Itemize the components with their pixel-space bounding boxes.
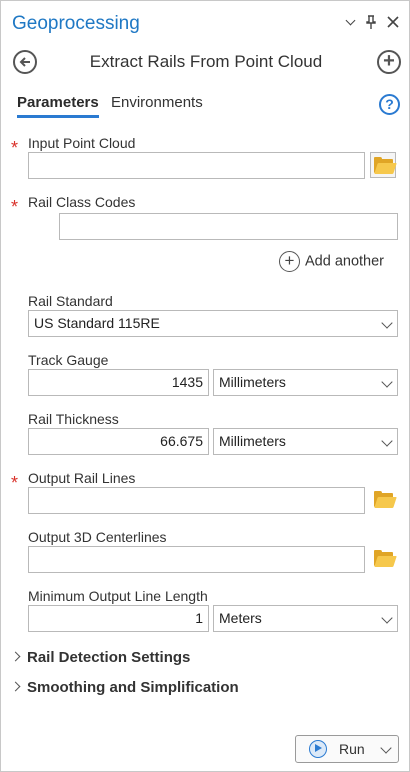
chevron-right-icon [10, 651, 21, 662]
output-rail-lines-field[interactable] [28, 487, 365, 514]
tool-name: Extract Rails From Point Cloud [89, 52, 323, 71]
chevron-down-icon [381, 317, 393, 329]
plus-icon[interactable]: + [377, 50, 401, 74]
input-point-cloud-label: Input Point Cloud [28, 135, 136, 151]
rail-class-codes-field[interactable] [59, 213, 398, 240]
browse-input-point-cloud-button[interactable] [370, 152, 397, 178]
track-gauge-input[interactable]: 1435 [28, 369, 209, 396]
plus-icon: + [279, 251, 300, 272]
required-marker: * [11, 473, 19, 493]
run-label: Run [339, 741, 365, 757]
output-3d-centerlines-label: Output 3D Centerlines [28, 529, 167, 545]
geoprocessing-pane: Geoprocessing Extract Rails From Point C… [0, 0, 410, 772]
input-point-cloud-field[interactable] [28, 152, 365, 179]
min-output-line-length-label: Minimum Output Line Length [28, 588, 208, 604]
folder-icon [373, 157, 397, 175]
add-another-button[interactable]: + Add another [279, 251, 384, 272]
rail-standard-value: US Standard 115RE [34, 315, 160, 331]
rail-thickness-unit-select[interactable]: Millimeters [213, 428, 398, 455]
min-output-line-length-unit: Meters [219, 610, 262, 626]
run-button[interactable]: Run [295, 735, 399, 763]
track-gauge-unit-select[interactable]: Millimeters [213, 369, 398, 396]
folder-icon[interactable] [373, 491, 397, 509]
min-output-line-length-unit-select[interactable]: Meters [213, 605, 398, 632]
folder-icon[interactable] [373, 550, 397, 568]
chevron-down-icon [381, 612, 393, 624]
back-arrow-icon[interactable] [13, 50, 37, 74]
tab-environments[interactable]: Environments [111, 94, 203, 111]
chevron-down-icon[interactable] [343, 15, 357, 31]
rail-thickness-label: Rail Thickness [28, 411, 119, 427]
active-tab-indicator [17, 115, 99, 118]
chevron-right-icon [10, 681, 21, 692]
tab-parameters[interactable]: Parameters [17, 94, 99, 111]
required-marker: * [11, 138, 19, 158]
close-icon[interactable] [386, 15, 400, 31]
pane-title: Geoprocessing [12, 13, 140, 34]
chevron-down-icon [381, 435, 393, 447]
track-gauge-unit: Millimeters [219, 374, 286, 390]
required-marker: * [11, 197, 19, 217]
rail-class-codes-label: Rail Class Codes [28, 194, 136, 210]
min-output-line-length-input[interactable]: 1 [28, 605, 209, 632]
section-smoothing-and-simplification[interactable]: Smoothing and Simplification [10, 679, 239, 696]
output-3d-centerlines-field[interactable] [28, 546, 365, 573]
rail-thickness-input[interactable]: 66.675 [28, 428, 209, 455]
output-rail-lines-label: Output Rail Lines [28, 470, 136, 486]
add-another-label: Add another [305, 253, 385, 270]
pin-icon[interactable] [364, 15, 378, 31]
section-rail-detection-label: Rail Detection Settings [27, 649, 191, 666]
rail-standard-select[interactable]: US Standard 115RE [28, 310, 398, 337]
track-gauge-label: Track Gauge [28, 352, 109, 368]
help-icon[interactable]: ? [379, 94, 400, 115]
chevron-down-icon[interactable] [380, 742, 392, 754]
chevron-down-icon [381, 376, 393, 388]
rail-thickness-unit: Millimeters [219, 433, 286, 449]
section-smoothing-label: Smoothing and Simplification [27, 679, 239, 696]
section-rail-detection-settings[interactable]: Rail Detection Settings [10, 649, 191, 666]
rail-standard-label: Rail Standard [28, 293, 113, 309]
play-icon [309, 740, 327, 758]
